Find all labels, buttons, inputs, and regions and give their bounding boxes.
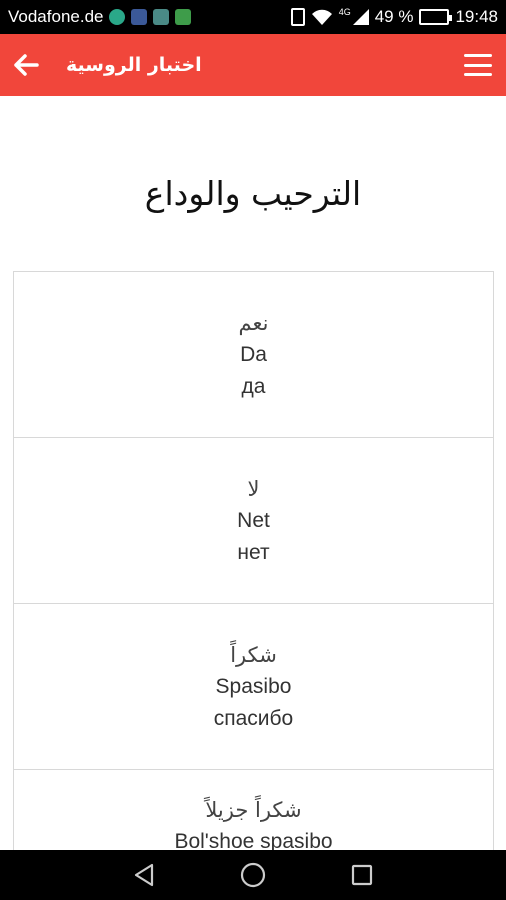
android-icon	[175, 9, 192, 25]
hamburger-menu-icon-line	[464, 54, 492, 57]
phrase-card[interactable]: شكراً Spasibo спасибо	[14, 604, 493, 770]
gallery-icon	[131, 9, 148, 25]
phrase-russian: нет	[237, 540, 270, 564]
phrase-transliteration: Da	[240, 342, 267, 366]
nav-back-triangle-icon	[135, 863, 154, 887]
vibrate-icon	[290, 8, 305, 26]
phrase-russian: да	[241, 374, 266, 398]
arrow-left-icon	[14, 54, 39, 76]
phrase-arabic: لا	[247, 476, 260, 501]
battery-percent: 49 %	[374, 7, 414, 26]
hamburger-menu-icon-line	[464, 63, 492, 67]
phrase-russian: спасибо	[213, 706, 294, 730]
phrase-list: نعم Da да لا Net нет شكراً Spasibo спаси…	[13, 271, 494, 850]
back-button[interactable]	[12, 51, 40, 79]
app-title: اختبار الروسية	[66, 54, 202, 76]
status-bar-right: 4G 49 % 19:48	[290, 7, 498, 27]
nav-home-button[interactable]	[237, 859, 269, 891]
menu-button[interactable]	[462, 51, 494, 79]
hamburger-menu-icon-line	[464, 73, 492, 76]
phrase-transliteration: Spasibo	[215, 674, 292, 698]
phrase-card[interactable]: نعم Da да	[14, 272, 493, 438]
nav-home-circle-icon	[240, 862, 266, 888]
status-bar: Vodafone.de 4G 49 % 19:48	[0, 0, 506, 34]
phrase-card[interactable]: شكراً جزيلاً Bol'shoe spasibo	[14, 770, 493, 850]
phrase-transliteration: Bol'shoe spasibo	[174, 830, 333, 850]
phrase-transliteration: Net	[237, 508, 270, 532]
page-title: الترحيب والوداع	[144, 174, 362, 213]
navigation-bar	[0, 850, 506, 900]
app-bar: اختبار الروسية	[0, 34, 506, 96]
carrier-name: Vodafone.de	[8, 7, 104, 26]
nav-recents-square-icon	[351, 864, 372, 886]
nav-back-button[interactable]	[128, 859, 160, 891]
phrase-arabic: شكراً	[230, 642, 277, 667]
main-content[interactable]: الترحيب والوداع نعم Da да لا Net нет شكر…	[0, 96, 506, 850]
signal-icon	[352, 9, 369, 25]
battery-icon	[419, 9, 453, 25]
wifi-icon	[311, 9, 332, 25]
phrase-card[interactable]: لا Net нет	[14, 438, 493, 604]
network-type-label: 4G	[338, 7, 351, 17]
clock: 19:48	[455, 7, 498, 26]
status-bar-left: Vodafone.de	[8, 7, 192, 27]
nav-recents-button[interactable]	[346, 859, 378, 891]
globe-icon	[109, 9, 126, 25]
phrase-arabic: نعم	[238, 310, 269, 335]
photo-icon	[153, 9, 170, 25]
phrase-arabic: شكراً جزيلاً	[205, 798, 302, 822]
